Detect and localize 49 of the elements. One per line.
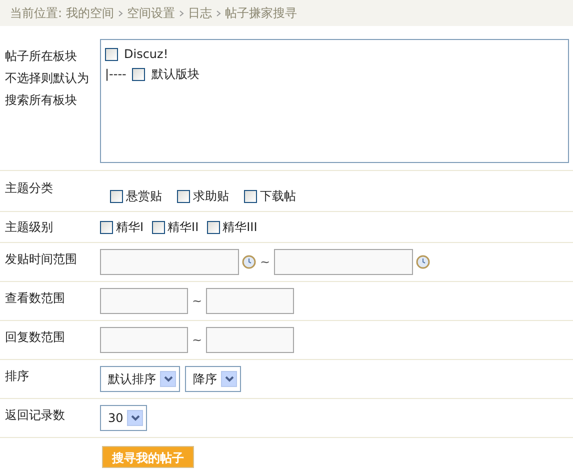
- breadcrumb-link[interactable]: 空间设置: [127, 4, 176, 22]
- field-label: 回复数范围: [5, 330, 65, 344]
- input-field[interactable]: [206, 288, 294, 314]
- checkbox[interactable]: [110, 190, 123, 202]
- hint-text: 不选择则默认为搜索所有板块: [5, 70, 90, 109]
- checkbox-label: 下载帖: [260, 188, 296, 204]
- input-field[interactable]: [206, 327, 294, 353]
- field-label: 主题级别: [5, 220, 53, 234]
- checkbox-label: 精华III: [222, 218, 258, 236]
- range-separator: ~: [192, 294, 202, 308]
- breadcrumb-link[interactable]: 帖子搛家搜寻: [225, 4, 298, 22]
- clock-icon[interactable]: [242, 255, 256, 269]
- field-label: 查看数范围: [5, 291, 65, 305]
- checkbox-label: 悬赏贴: [126, 188, 162, 204]
- chevron-icon: [118, 10, 124, 16]
- breadcrumb-link[interactable]: 我的空间: [66, 4, 114, 22]
- checkbox-label: 求助贴: [193, 188, 229, 204]
- dropdown[interactable]: 30: [100, 405, 148, 431]
- chevron-icon: [216, 10, 222, 16]
- field-label: 排序: [5, 369, 29, 383]
- checkbox[interactable]: [100, 220, 113, 234]
- checkbox-label: 精华I: [116, 218, 144, 236]
- tree-prefix: |----: [105, 67, 126, 81]
- field-label: 返回记录数: [5, 408, 65, 422]
- clock-icon[interactable]: [416, 255, 430, 269]
- checkbox[interactable]: [152, 220, 165, 234]
- date-field[interactable]: [100, 249, 239, 275]
- forum-name: 默认版块: [151, 66, 200, 82]
- checkbox-label: 精华II: [168, 218, 199, 236]
- checkbox[interactable]: [206, 220, 220, 234]
- checkbox[interactable]: [177, 190, 190, 202]
- breadcrumb-link[interactable]: 日志: [188, 4, 212, 22]
- search-button[interactable]: 搜寻我的帖子: [102, 446, 194, 468]
- field-label: 帖子所在板块: [5, 48, 78, 65]
- dropdown[interactable]: 降序: [185, 366, 241, 392]
- range-separator: ~: [192, 333, 202, 347]
- input-field[interactable]: [100, 327, 188, 353]
- forum-name: Discuz!: [124, 47, 168, 61]
- range-separator: ~: [260, 255, 270, 269]
- dropdown[interactable]: 默认排序: [100, 366, 180, 392]
- checkbox[interactable]: [244, 190, 257, 202]
- checkbox[interactable]: [132, 68, 146, 80]
- input-field[interactable]: [100, 288, 188, 314]
- field-label: 主题分类: [5, 181, 53, 195]
- date-field[interactable]: [274, 249, 414, 275]
- checkbox[interactable]: [105, 48, 118, 60]
- breadcrumb-label: 当前位置:: [10, 4, 62, 22]
- field-label: 发贴时间范围: [5, 252, 77, 266]
- chevron-icon: [179, 10, 184, 16]
